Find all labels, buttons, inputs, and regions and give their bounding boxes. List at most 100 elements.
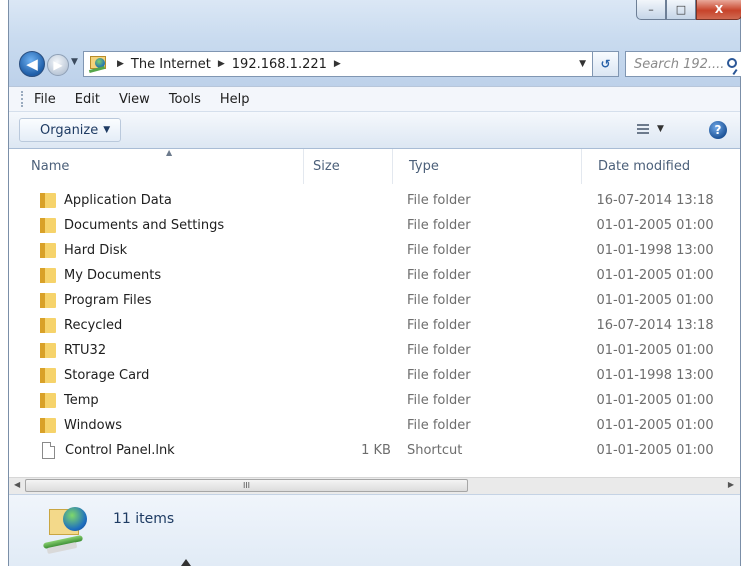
file-row[interactable]: Program Files File folder 01-01-2005 01:00 [9,288,740,313]
scrollbar-thumb[interactable]: III [25,479,468,492]
file-type: File folder [406,418,471,433]
explorer-window: – □ X ◀ ▶ ▼ ▶ The Internet ▶ 192.168.1.2… [8,0,741,566]
file-icon [42,442,55,459]
column-header-date[interactable]: Date modified [582,149,737,184]
horizontal-scrollbar[interactable]: ◀ III ▶ [9,477,740,494]
file-name: Application Data [64,193,172,208]
file-row[interactable]: Control Panel.lnk 1 KB Shortcut 01-01-2005 … [9,438,740,463]
file-name: Hard Disk [64,243,128,258]
breadcrumb-separator-icon[interactable]: ▶ [218,59,225,69]
scroll-right-icon[interactable]: ▶ [728,480,734,489]
column-header-size[interactable]: Size [304,149,393,184]
column-label-size: Size [313,159,340,174]
search-input[interactable]: Search 192.... [625,51,741,77]
menu-file[interactable]: File [34,92,56,107]
forward-button[interactable]: ▶ [47,54,69,76]
file-row[interactable]: Hard Disk File folder 01-01-1998 13:00 [9,238,740,263]
file-name-cell[interactable]: My Documents [9,268,313,283]
minimize-button[interactable]: – [636,0,666,20]
folder-icon [40,418,56,433]
address-bar[interactable]: ▶ The Internet ▶ 192.168.1.221 ▶ ▼ [83,51,593,77]
file-type: File folder [406,243,471,258]
file-date-modified: 16-07-2014 13:18 [596,318,714,333]
column-header-row: ▲ Name Size Type Date modified [9,148,740,184]
organize-label: Organize [40,122,99,138]
menu-bar: File Edit View Tools Help [9,86,740,112]
folder-icon [40,343,56,358]
breadcrumb-separator-icon[interactable]: ▶ [117,59,124,69]
back-button[interactable]: ◀ [19,51,45,77]
file-date-modified: 01-01-2005 01:00 [596,418,714,433]
column-header-type[interactable]: Type [393,149,582,184]
chevron-down-icon: ▼ [657,124,664,134]
file-name-cell[interactable]: Application Data [9,193,313,208]
network-location-icon [41,503,99,557]
menu-tools[interactable]: Tools [169,92,201,107]
file-row[interactable]: Storage Card File folder 01-01-1998 13:00 [9,363,740,388]
column-header-name[interactable]: ▲ Name [9,148,304,184]
refresh-button[interactable]: ↺ [593,51,619,77]
thumb-grip: III [242,481,251,490]
file-name: Control Panel.lnk [65,443,175,458]
folder-icon [40,368,56,383]
navigation-row: ◀ ▶ ▼ ▶ The Internet ▶ 192.168.1.221 ▶ ▼… [9,49,741,79]
file-row[interactable]: Application Data File folder 16-07-2014 13… [9,188,740,213]
desktop-edge [0,0,8,569]
menu-grip [21,91,26,107]
file-name: Recycled [64,318,123,333]
file-date-modified: 01-01-2005 01:00 [596,218,714,233]
file-name-cell[interactable]: Storage Card [9,368,313,383]
organize-button[interactable]: Organize ▼ [19,118,122,142]
maximize-button[interactable]: □ [666,0,696,20]
file-name-cell[interactable]: RTU32 [9,343,313,358]
breadcrumb-host[interactable]: 192.168.1.221 [232,57,327,72]
folder-icon [40,318,56,333]
file-name-cell[interactable]: Hard Disk [9,243,313,258]
file-name: RTU32 [64,343,107,358]
file-name-cell[interactable]: Temp [9,393,313,408]
file-row[interactable]: RTU32 File folder 01-01-2005 01:00 [9,338,740,363]
network-location-icon [88,55,110,74]
file-name-cell[interactable]: Documents and Settings [9,218,313,233]
file-type: File folder [406,268,471,283]
file-name: My Documents [64,268,162,283]
menu-help[interactable]: Help [220,92,250,107]
file-row[interactable]: My Documents File folder 01-01-2005 01:00 [9,263,740,288]
recent-pages-button[interactable]: ▼ [71,57,78,67]
search-icon[interactable] [727,58,737,68]
folder-icon [40,243,56,258]
file-type: File folder [406,393,471,408]
menu-view[interactable]: View [119,92,150,107]
file-list: ▲ Name Size Type Date modified Applicati… [9,148,740,477]
file-row[interactable]: Recycled File folder 16-07-2014 13:18 [9,313,740,338]
file-row[interactable]: Documents and Settings File folder 01-01-2… [9,213,740,238]
file-type: Shortcut [406,443,463,458]
file-name: Storage Card [64,368,150,383]
file-name-cell[interactable]: Recycled [9,318,313,333]
chevron-down-icon: ▼ [103,125,111,135]
column-label-name: Name [31,159,70,174]
breadcrumb-the-internet[interactable]: The Internet [131,57,211,72]
file-name-cell[interactable]: Windows [9,418,313,433]
title-bar: – □ X ◀ ▶ ▼ ▶ The Internet ▶ 192.168.1.2… [9,0,741,86]
file-type: File folder [406,293,471,308]
menu-edit[interactable]: Edit [75,92,100,107]
file-row[interactable]: Windows File folder 01-01-2005 01:00 [9,413,740,438]
file-name: Temp [64,393,99,408]
scroll-left-icon[interactable]: ◀ [14,480,20,489]
file-type: File folder [406,318,471,333]
breadcrumb-separator-icon[interactable]: ▶ [334,59,341,69]
file-date-modified: 16-07-2014 13:18 [596,193,714,208]
file-row[interactable]: Temp File folder 01-01-2005 01:00 [9,388,740,413]
file-name-cell[interactable]: Control Panel.lnk [9,442,313,459]
file-name-cell[interactable]: Program Files [9,293,313,308]
file-date-modified: 01-01-1998 13:00 [596,368,714,383]
change-view-button[interactable]: ▼ [637,124,664,134]
file-name: Documents and Settings [64,218,225,233]
help-icon[interactable]: ? [709,121,727,139]
close-button[interactable]: X [696,0,741,20]
address-dropdown-icon[interactable]: ▼ [579,59,586,69]
column-label-date: Date modified [598,159,691,174]
refresh-icon: ↺ [600,57,611,71]
caption-buttons: – □ X [636,0,741,22]
